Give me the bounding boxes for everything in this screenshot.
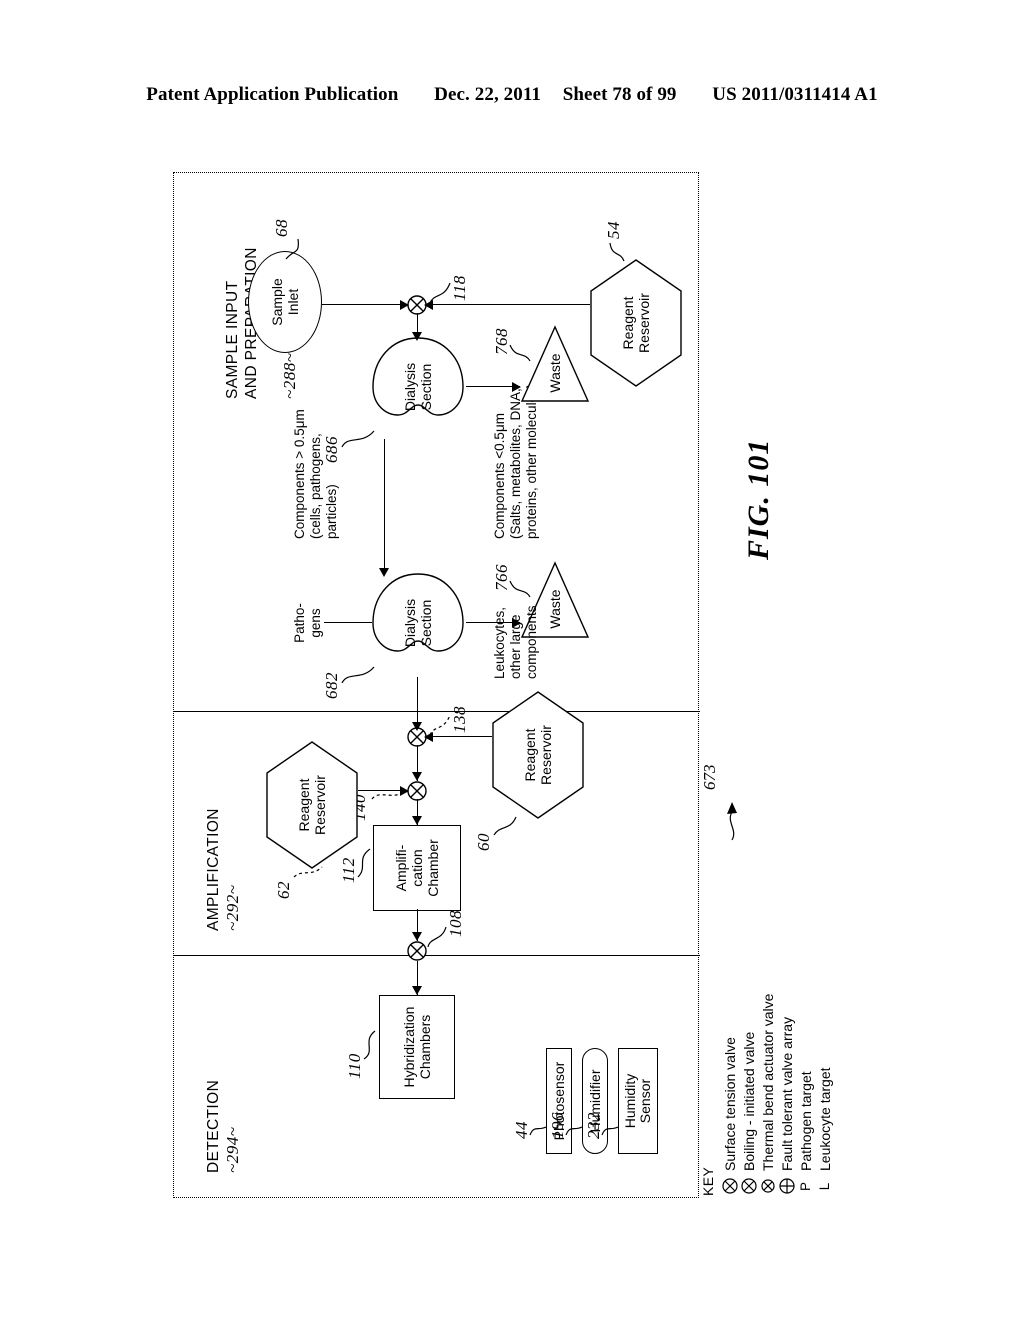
node-humidity-sensor-label: Humidity Sensor [622, 1073, 653, 1129]
leader-232 [601, 1126, 619, 1136]
flow-arrow-686-to-682 [379, 568, 389, 577]
flow-line-60-to-138 [426, 736, 492, 737]
header-date: Dec. 22, 2011 [434, 84, 541, 105]
leader-196 [565, 1126, 583, 1136]
key-item-surface-tension-valve: Surface tension valve [721, 994, 739, 1196]
flow-arrow-trunk-to-138 [412, 722, 422, 731]
node-reagent-reservoir-60-label: Reagent Reservoir [522, 725, 554, 785]
header-gap-1 [403, 84, 429, 106]
node-amplification-chamber: Amplifi- cation Chamber [373, 825, 461, 911]
flow-arrow-686-to-waste768 [512, 382, 521, 392]
leader-44 [529, 1126, 547, 1136]
key-item-label: Thermal bend actuator valve [760, 993, 776, 1171]
flow-arrow-60-to-138 [424, 732, 433, 742]
section-ref-amplification: ~292~ [223, 884, 242, 931]
flow-arrow-62-to-140 [400, 786, 409, 796]
node-amplification-chamber-label: Amplifi- cation Chamber [393, 839, 441, 897]
flow-line-682-pathogens [324, 622, 372, 623]
leader-68 [285, 238, 299, 260]
key-item-label: Fault tolerant valve array [779, 1016, 795, 1171]
circle-x-icon [741, 1177, 757, 1196]
node-humidity-sensor: Humidity Sensor [618, 1048, 658, 1154]
leader-110 [363, 1030, 376, 1060]
flow-arrow-138-to-140 [412, 772, 422, 781]
header-patent-number: US 2011/0311414 A1 [712, 84, 878, 105]
key-item-fault-tolerant-valve-array: Fault tolerant valve array [778, 994, 796, 1196]
ref-686: 686 [322, 436, 341, 463]
figure-number: FIG. 101 [742, 438, 775, 560]
leader-768 [509, 344, 531, 362]
node-reagent-reservoir-62-label: Reagent Reservoir [296, 775, 328, 835]
header-sheet: Sheet 78 of 99 [562, 84, 677, 105]
flow-arrow-amp-to-108 [412, 932, 422, 941]
leader-54 [609, 242, 625, 262]
key-item-pathogen-target: P Pathogen target [797, 994, 815, 1196]
node-reagent-reservoir-54-label: Reagent Reservoir [620, 293, 652, 353]
node-hybridization-chambers: Hybridization Chambers [379, 995, 455, 1099]
section-title-amplification: AMPLIFICATION ~292~ [204, 808, 242, 931]
key-item-label: Leukocyte target [817, 1067, 833, 1171]
header-publication: Patent Application Publication [146, 84, 399, 105]
flow-arrow-into-hyb [412, 986, 422, 995]
circle-plus-icon [779, 1177, 795, 1196]
section-title-detection-text: DETECTION [205, 1079, 222, 1173]
header-gap-2 [546, 84, 558, 106]
ref-682: 682 [322, 672, 341, 699]
section-title-detection: DETECTION ~294~ [204, 1080, 242, 1173]
leukocyte-symbol: L [817, 1182, 832, 1191]
flow-label-pathogens: Patho- gens [292, 603, 323, 643]
node-dialysis-section-682-label: Dialysis Section [402, 598, 434, 648]
section-title-amplification-text: AMPLIFICATION [205, 808, 222, 931]
flow-line-inlet-to-118 [322, 304, 408, 305]
divider-detection-amplification [174, 955, 700, 956]
flow-arrow-682-to-waste766 [512, 618, 521, 628]
leader-62 [293, 866, 323, 878]
flow-arrow-inlet-to-118 [400, 300, 409, 310]
node-reagent-reservoir-62: Reagent Reservoir [266, 741, 358, 869]
leader-60 [493, 816, 517, 836]
circle-x-icon [722, 1177, 738, 1196]
key-item-boiling-initiated-valve: Boiling - initiated valve [740, 994, 758, 1196]
diagram-canvas: DETECTION ~294~ AMPLIFICATION ~292~ SAMP… [174, 173, 700, 1199]
valve-140 [407, 781, 427, 801]
key-item-leukocyte-target: L Leukocyte target [816, 994, 834, 1196]
key-item-label: Surface tension valve [722, 1037, 738, 1171]
leader-108 [427, 926, 447, 948]
node-reagent-reservoir-54: Reagent Reservoir [590, 259, 682, 387]
ref-62: 62 [274, 881, 293, 899]
key-legend: KEY Surface tension valve Boiling - init… [700, 994, 835, 1196]
key-item-thermal-bend-actuator-valve: Thermal bend actuator valve [759, 994, 777, 1196]
flow-arrow-118-to-686 [412, 332, 422, 341]
node-hybridization-chambers-label: Hybridization Chambers [401, 1006, 433, 1088]
node-waste-768-label: Waste [547, 353, 563, 393]
leader-682 [341, 666, 375, 684]
node-dialysis-section-686: Dialysis Section [370, 335, 466, 439]
flow-arrow-54-to-118 [424, 300, 433, 310]
node-sample-inlet: Sample Inlet [248, 251, 322, 353]
pathogen-symbol: P [798, 1182, 813, 1192]
flow-arrow-140-to-amp [412, 816, 422, 825]
node-sample-inlet-label: Sample Inlet [269, 278, 301, 326]
node-dialysis-section-686-label: Dialysis Section [402, 362, 434, 412]
section-ref-detection: ~294~ [223, 1126, 242, 1173]
flow-line-trunk-to-138 [417, 677, 418, 727]
node-reagent-reservoir-60: Reagent Reservoir [492, 691, 584, 819]
header-gap-3 [681, 84, 707, 106]
key-item-label: Pathogen target [798, 1071, 814, 1171]
key-item-label: Boiling - initiated valve [741, 1031, 757, 1171]
leader-673 [727, 802, 737, 841]
circle-x-small-icon [760, 1177, 776, 1196]
flow-label-leukocytes: Leukocytes, other large components [492, 605, 539, 679]
node-dialysis-section-682: Dialysis Section [370, 571, 466, 675]
flow-line-686-to-682 [384, 439, 385, 571]
page-header: Patent Application Publication Dec. 22, … [0, 84, 1024, 106]
node-waste-766-label: Waste [547, 589, 563, 629]
leader-686 [341, 430, 375, 448]
ref-60: 60 [474, 833, 493, 851]
key-title: KEY [700, 1166, 716, 1196]
flow-line-54-to-118 [426, 304, 590, 305]
figure-frame: DETECTION ~294~ AMPLIFICATION ~292~ SAMP… [173, 172, 700, 1199]
ref-673: 673 [700, 764, 719, 791]
